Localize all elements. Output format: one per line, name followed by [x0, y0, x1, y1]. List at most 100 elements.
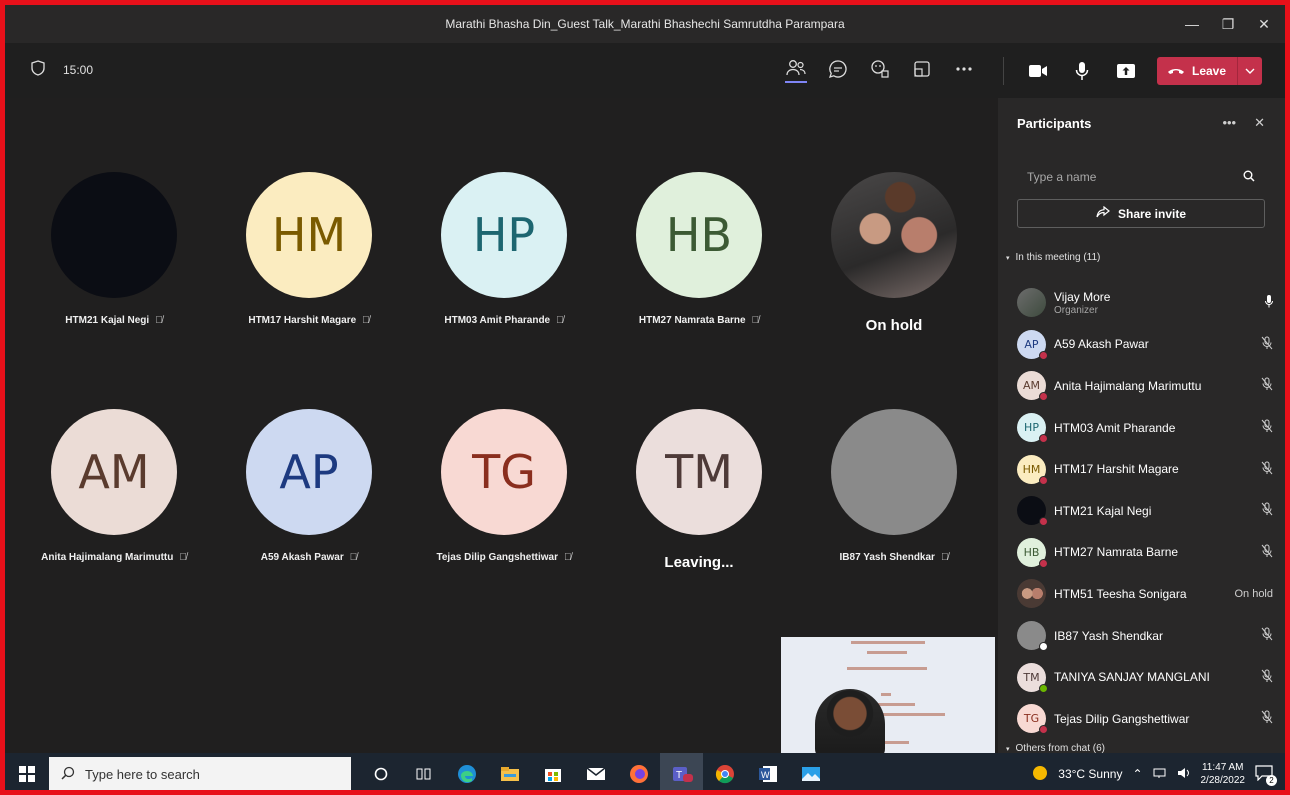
search-icon: [61, 766, 75, 783]
self-video-preview[interactable]: [781, 637, 995, 753]
photos-icon[interactable]: [789, 753, 832, 790]
avatar: HB: [1017, 537, 1048, 568]
tile-name: Anita Hajimalang Marimuttu 🎙̸: [41, 552, 187, 563]
tile-name: Tejas Dilip Gangshettiwar 🎙̸: [436, 552, 572, 563]
system-tray: 33°C Sunny ⌃ 11:47 AM 2/28/2022 2: [1032, 753, 1277, 790]
list-item[interactable]: HP HTM03 Amit Pharande: [1017, 407, 1273, 449]
mic-off-icon: 🎙̸: [155, 315, 163, 326]
list-item[interactable]: HM HTM17 Harshit Magare: [1017, 448, 1273, 490]
participant-tile[interactable]: TG Tejas Dilip Gangshettiwar 🎙̸: [424, 409, 584, 563]
avatar: AM: [51, 409, 177, 535]
list-item[interactable]: TG Tejas Dilip Gangshettiwar: [1017, 698, 1273, 740]
store-icon[interactable]: [531, 753, 574, 790]
section-in-meeting[interactable]: ▾ In this meeting (11): [1006, 252, 1100, 263]
participant-tile[interactable]: HM HTM17 Harshit Magare 🎙̸: [229, 172, 389, 326]
leave-label: Leave: [1192, 64, 1227, 78]
restore-icon[interactable]: ❐: [1221, 16, 1235, 33]
participant-name: IB87 Yash Shendkar: [1054, 628, 1163, 643]
mic-off-icon: [1227, 669, 1273, 686]
camera-icon[interactable]: [1027, 57, 1049, 85]
participant-tile[interactable]: HP HTM03 Amit Pharande 🎙̸: [424, 172, 584, 326]
rooms-icon[interactable]: [911, 55, 933, 83]
taskbar-search-input[interactable]: Type here to search: [49, 757, 351, 790]
tile-name: A59 Akash Pawar 🎙̸: [260, 552, 358, 563]
avatar: AP: [246, 409, 372, 535]
avatar: TM: [1017, 662, 1048, 693]
list-item[interactable]: HTM21 Kajal Negi: [1017, 490, 1273, 532]
teams-icon[interactable]: T: [660, 753, 703, 790]
file-explorer-icon[interactable]: [488, 753, 531, 790]
participant-name: Tejas Dilip Gangshettiwar: [1054, 711, 1190, 726]
list-item[interactable]: AM Anita Hajimalang Marimuttu: [1017, 365, 1273, 407]
task-view-icon[interactable]: [402, 753, 445, 790]
participant-list: Vijay More Organizer AP A59 Akash Pawar A…: [1017, 282, 1273, 740]
microphone-icon[interactable]: [1071, 57, 1093, 85]
mail-icon[interactable]: [574, 753, 617, 790]
edge-icon[interactable]: [445, 753, 488, 790]
participant-tile[interactable]: HB HTM27 Namrata Barne 🎙̸: [619, 172, 779, 326]
system-clock[interactable]: 11:47 AM 2/28/2022: [1201, 761, 1246, 787]
participant-tile[interactable]: IB87 Yash Shendkar 🎙̸: [814, 409, 974, 563]
taskbar-apps: T W: [359, 753, 832, 790]
mic-off-icon: [1227, 461, 1273, 478]
participant-tile[interactable]: AP A59 Akash Pawar 🎙̸: [229, 409, 389, 563]
list-item[interactable]: TM TANIYA SANJAY MANGLANI: [1017, 656, 1273, 698]
chat-icon[interactable]: [827, 55, 849, 83]
list-item[interactable]: AP A59 Akash Pawar: [1017, 324, 1273, 366]
participant-tile[interactable]: On hold: [814, 172, 974, 334]
section-label: In this meeting (11): [1015, 252, 1101, 263]
chrome-icon[interactable]: [703, 753, 746, 790]
participant-name: HTM51 Teesha Sonigara: [1054, 586, 1187, 601]
weather-text[interactable]: 33°C Sunny: [1058, 767, 1122, 781]
notifications-icon[interactable]: 2: [1255, 764, 1277, 786]
notification-count-badge: 2: [1266, 774, 1277, 786]
close-icon[interactable]: ✕: [1254, 115, 1265, 131]
list-item[interactable]: Vijay More Organizer: [1017, 282, 1273, 324]
firefox-icon[interactable]: [617, 753, 660, 790]
video-grid: HTM21 Kajal Negi 🎙̸ HM HTM17 Harshit Maga…: [5, 98, 998, 753]
participant-name: HTM27 Namrata Barne: [1054, 545, 1179, 560]
participants-pane: Participants ••• ✕ Type a name Share inv…: [998, 98, 1285, 754]
list-item[interactable]: HTM51 Teesha Sonigara On hold: [1017, 573, 1273, 615]
toolbar-divider: [1003, 57, 1004, 85]
share-invite-button[interactable]: Share invite: [1017, 199, 1265, 228]
participants-icon[interactable]: [785, 55, 807, 83]
more-options-icon[interactable]: •••: [1222, 115, 1236, 131]
clock-date: 2/28/2022: [1200, 775, 1246, 786]
network-icon[interactable]: [1153, 767, 1167, 782]
participant-tile[interactable]: HTM21 Kajal Negi 🎙̸: [34, 172, 194, 326]
title-bar: Marathi Bhasha Din_Guest Talk_Marathi Bh…: [5, 5, 1285, 43]
avatar: HB: [636, 172, 762, 298]
mic-off-icon: [1227, 419, 1273, 436]
tile-name: HTM21 Kajal Negi 🎙̸: [65, 315, 163, 326]
share-screen-icon[interactable]: [1115, 57, 1137, 85]
more-options-icon[interactable]: [953, 55, 975, 83]
reactions-icon[interactable]: [869, 55, 891, 83]
chevron-down-icon: ▾: [1006, 745, 1010, 753]
chevron-down-icon[interactable]: [1237, 57, 1262, 85]
clock-time: 11:47 AM: [1201, 762, 1244, 773]
participant-tile[interactable]: TM Leaving...: [619, 409, 779, 571]
weather-sun-icon: [1032, 765, 1048, 784]
chevron-up-icon[interactable]: ⌃: [1132, 767, 1142, 781]
avatar: HP: [1017, 413, 1048, 444]
tile-name: IB87 Yash Shendkar 🎙̸: [839, 552, 949, 563]
leave-button[interactable]: Leave: [1157, 57, 1262, 85]
mic-off-icon: 🎙̸: [556, 315, 564, 326]
participant-role: Organizer: [1054, 304, 1098, 316]
minimize-icon[interactable]: —: [1185, 16, 1199, 32]
cortana-icon[interactable]: [359, 753, 402, 790]
participant-search-input[interactable]: Type a name: [1017, 162, 1265, 192]
meeting-timer: 15:00: [63, 62, 94, 77]
participant-name: Vijay More Organizer: [1054, 290, 1227, 316]
windows-start-icon[interactable]: [5, 753, 49, 790]
list-item[interactable]: HB HTM27 Namrata Barne: [1017, 532, 1273, 574]
list-item[interactable]: IB87 Yash Shendkar: [1017, 615, 1273, 657]
participant-name: TANIYA SANJAY MANGLANI: [1054, 670, 1210, 685]
mic-off-icon: 🎙̸: [940, 552, 949, 563]
volume-icon[interactable]: [1177, 767, 1191, 782]
participant-tile[interactable]: AM Anita Hajimalang Marimuttu 🎙̸: [34, 409, 194, 563]
close-icon[interactable]: ✕: [1257, 16, 1271, 33]
search-placeholder: Type a name: [1027, 170, 1097, 184]
word-icon[interactable]: W: [746, 753, 789, 790]
